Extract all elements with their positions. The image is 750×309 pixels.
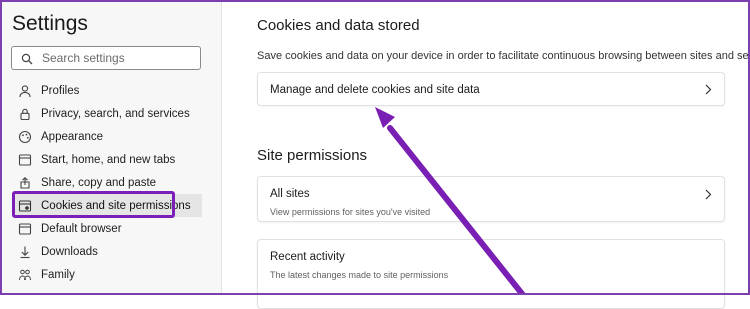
sidebar-item-family[interactable]: Family	[12, 263, 202, 286]
all-sites-description: View permissions for sites you've visite…	[270, 207, 431, 217]
sidebar-item-downloads[interactable]: Downloads	[12, 240, 202, 263]
settings-main: Cookies and data stored Save cookies and…	[222, 0, 750, 309]
search-input[interactable]	[42, 50, 192, 66]
all-sites-title: All sites	[270, 188, 310, 200]
sidebar-item-label: Start, home, and new tabs	[41, 153, 176, 166]
lock-icon	[18, 107, 32, 121]
sidebar-item-label: Profiles	[41, 84, 80, 97]
browser-icon	[18, 222, 32, 236]
search-icon	[21, 52, 33, 65]
sidebar-item-default-browser[interactable]: Default browser	[12, 217, 202, 240]
search-box[interactable]	[11, 46, 201, 70]
recent-activity-card[interactable]: Recent activity The latest changes made …	[257, 239, 725, 309]
sidebar-item-start-home[interactable]: Start, home, and new tabs	[12, 148, 202, 171]
sidebar-item-label: Privacy, search, and services	[41, 107, 190, 120]
appearance-icon	[18, 130, 32, 144]
sidebar-item-appearance[interactable]: Appearance	[12, 125, 202, 148]
cookies-description: Save cookies and data on your device in …	[257, 50, 750, 62]
sidebar-item-privacy[interactable]: Privacy, search, and services	[12, 102, 202, 125]
chevron-right-icon	[705, 84, 712, 95]
site-permissions-heading: Site permissions	[257, 147, 368, 164]
sidebar-item-label: Default browser	[41, 222, 122, 235]
manage-cookies-title: Manage and delete cookies and site data	[270, 84, 480, 96]
page-title: Settings	[12, 12, 88, 35]
share-icon	[18, 176, 32, 190]
download-icon	[18, 245, 32, 259]
manage-cookies-card[interactable]: Manage and delete cookies and site data	[257, 72, 725, 106]
sidebar-item-profiles[interactable]: Profiles	[12, 79, 202, 102]
sidebar-item-label: Share, copy and paste	[41, 176, 157, 189]
sidebar-item-label: Downloads	[41, 245, 98, 258]
profile-icon	[18, 84, 32, 98]
sidebar-item-label: Appearance	[41, 130, 104, 143]
recent-activity-title: Recent activity	[270, 251, 345, 263]
power-icon	[18, 153, 32, 167]
family-icon	[18, 268, 32, 282]
chevron-right-icon	[705, 189, 712, 200]
all-sites-card[interactable]: All sites View permissions for sites you…	[257, 176, 725, 222]
settings-sidebar: Settings Profiles Privacy, search, and s…	[0, 0, 222, 295]
cookies-highlight-box	[12, 191, 175, 218]
cookies-heading: Cookies and data stored	[257, 17, 420, 34]
sidebar-item-label: Family	[41, 268, 75, 281]
sidebar-nav: Profiles Privacy, search, and services A…	[12, 79, 202, 286]
recent-activity-description: The latest changes made to site permissi…	[270, 270, 449, 280]
